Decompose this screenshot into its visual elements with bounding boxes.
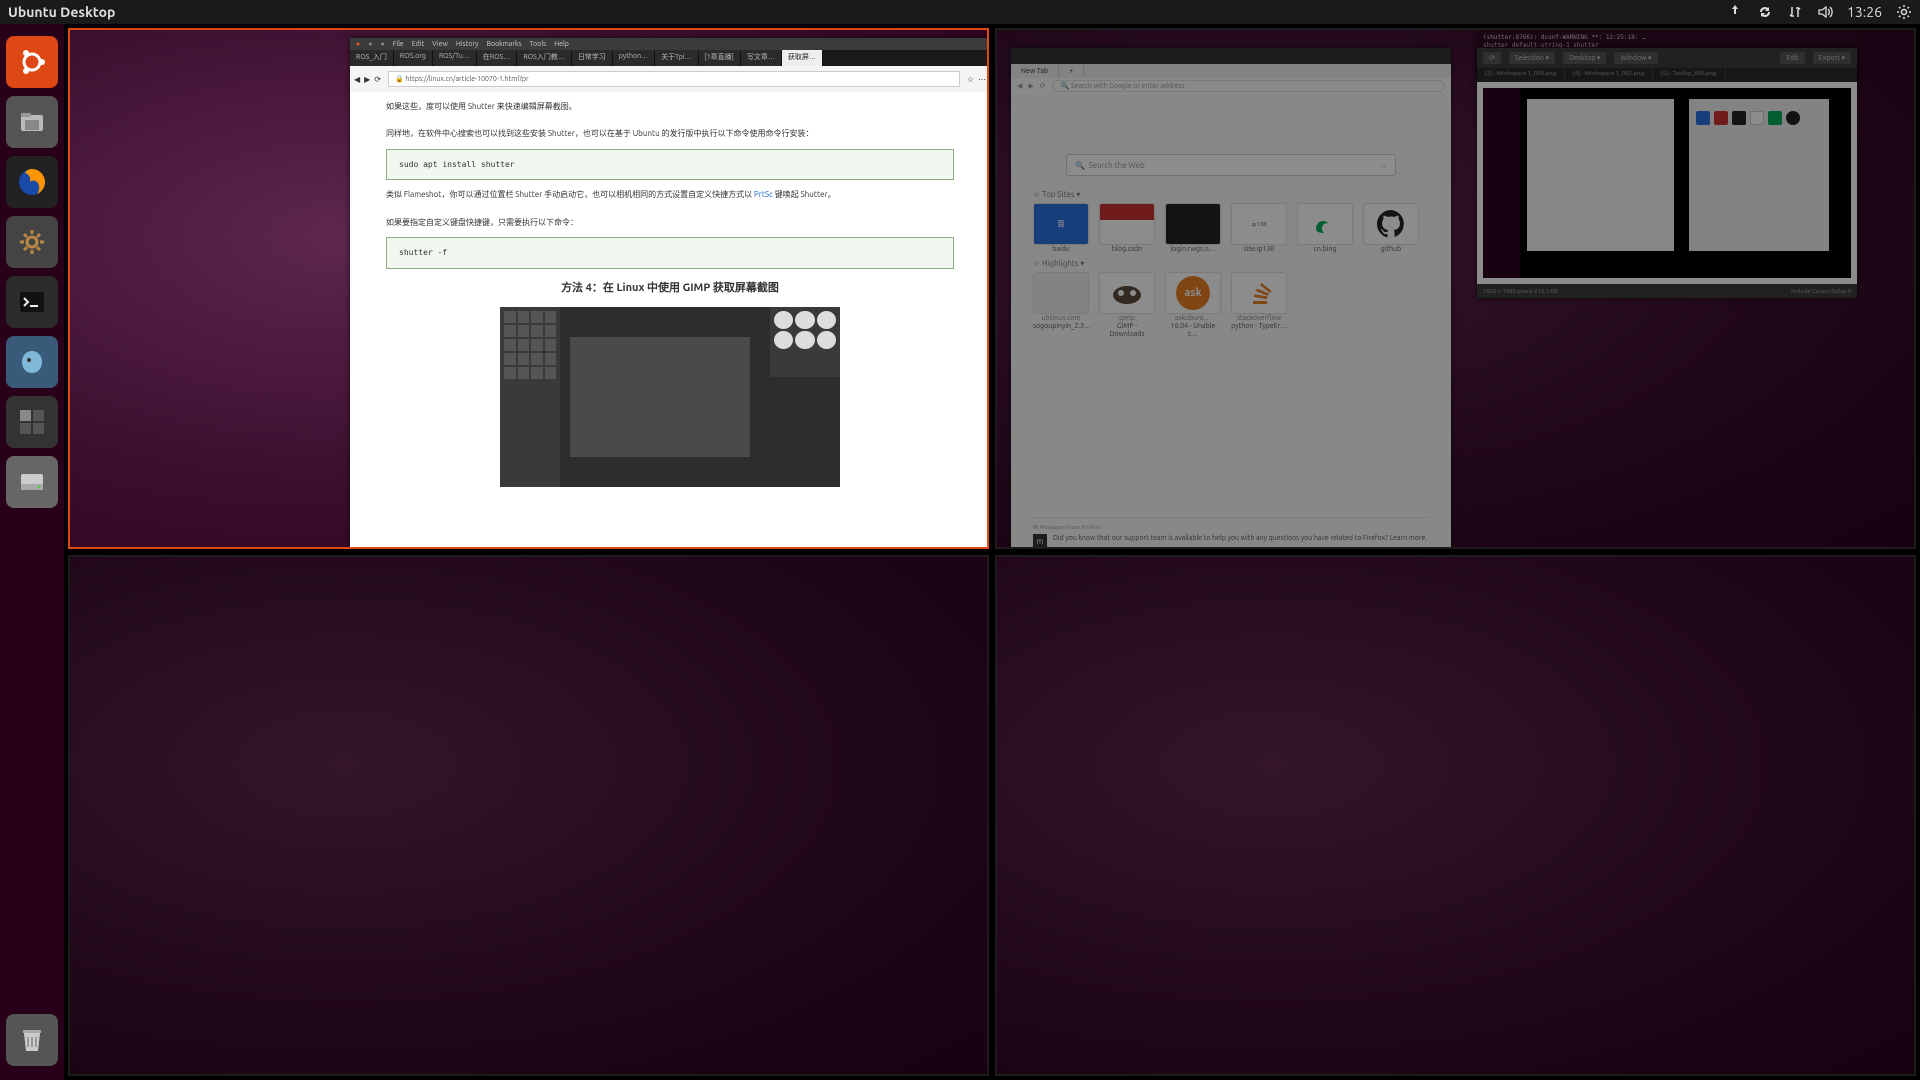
code-block-1: sudo apt install shutter	[386, 149, 954, 181]
back-icon[interactable]: ◀	[1017, 82, 1022, 90]
ff-urlbar[interactable]: 🔍 Search with Google or enter address	[1052, 80, 1445, 92]
forward-icon[interactable]: ▶	[1028, 82, 1033, 90]
shutter-statusbar: 1920 x 1080 pixels 213.3 KB Include Curs…	[1477, 284, 1857, 298]
web-search-input[interactable]: 🔍 Search the Web →	[1066, 154, 1396, 176]
browser-window[interactable]: ●●● File Edit View History Bookmarks Too…	[350, 38, 989, 548]
shutter-window[interactable]: ⟳ Selection ▾ Desktop ▾ Window ▾ Edit Ex…	[1477, 48, 1857, 298]
disk-icon[interactable]	[6, 456, 58, 508]
highlights-label: ☆ Highlights ▾	[1033, 259, 1429, 268]
sync-icon[interactable]	[1757, 4, 1773, 20]
network-icon[interactable]	[1787, 4, 1803, 20]
volume-icon[interactable]	[1817, 4, 1833, 20]
workspace-4[interactable]	[995, 555, 1916, 1076]
back-icon[interactable]: ◀	[354, 75, 360, 84]
reload-icon[interactable]: ⟳	[1040, 82, 1046, 90]
settings-gear-icon[interactable]	[6, 216, 58, 268]
workspace-switcher-icon[interactable]	[6, 396, 58, 448]
section-heading: 方法 4：在 Linux 中使用 GIMP 获取屏幕截图	[386, 279, 954, 298]
shutter-preview	[1477, 82, 1857, 284]
files-icon[interactable]	[6, 96, 58, 148]
forward-icon[interactable]: ▶	[364, 75, 370, 84]
highlights-grid: ubtinux.comsogoupinyin_2.3… gimpGIMP - D…	[1033, 272, 1429, 338]
browser-tabs[interactable]: ROS_入门 ROS.org ROS/Tu… 在ROS… ROS入门教… 日常学…	[350, 50, 989, 66]
top-sites-grid: 百baidu blog.csdn login.rwgs.n… ip138site…	[1033, 203, 1429, 253]
page-content: 如果这些，度可以使用 Shutter 来快速编辑屏幕截图。 同样地，在软件中心搜…	[350, 92, 989, 549]
updates-icon[interactable]	[1727, 4, 1743, 20]
gimp-screenshot-thumb	[500, 307, 840, 487]
terminal-icon[interactable]	[6, 276, 58, 328]
top-panel: Ubuntu Desktop 13:26	[0, 0, 1920, 24]
firefox-tab[interactable]: New Tab	[1011, 65, 1059, 77]
url-bar[interactable]: 🔒 https://linux.cn/article-10070-1.html?…	[388, 71, 960, 87]
reload-icon[interactable]: ⟳	[374, 75, 381, 84]
shutter-file-tabs[interactable]: [2] - Workspace 1_000.png [4] - Workspac…	[1477, 68, 1857, 82]
top-sites-label: ☆ Top Sites ▾	[1033, 190, 1429, 199]
shutter-toolbar[interactable]: ⟳ Selection ▾ Desktop ▾ Window ▾ Edit Ex…	[1477, 48, 1857, 68]
clock[interactable]: 13:26	[1847, 4, 1882, 20]
firefox-message: ✉ Messages from Firefox mDid you know th…	[1033, 517, 1429, 548]
ksnip-icon[interactable]	[6, 336, 58, 388]
launcher	[0, 24, 64, 1080]
menu-icon[interactable]: ⋯	[978, 75, 986, 84]
system-gear-icon[interactable]	[1896, 4, 1912, 20]
trash-icon[interactable]	[6, 1014, 58, 1066]
workspace-1[interactable]: ●●● File Edit View History Bookmarks Too…	[68, 28, 989, 549]
star-icon[interactable]: ☆	[967, 75, 974, 84]
firefox-icon[interactable]	[6, 156, 58, 208]
panel-title: Ubuntu Desktop	[8, 4, 115, 20]
workspace-2[interactable]: (shutter:8766): dconf-WARNING **: 13:25:…	[995, 28, 1916, 549]
dash-icon[interactable]	[6, 36, 58, 88]
workspace-3[interactable]	[68, 555, 989, 1076]
workspace-grid: ●●● File Edit View History Bookmarks Too…	[64, 24, 1920, 1080]
code-block-2: shutter -f	[386, 237, 954, 269]
new-tab-button[interactable]: +	[1059, 65, 1084, 77]
browser-menubar[interactable]: ●●● File Edit View History Bookmarks Too…	[350, 38, 989, 50]
firefox-window[interactable]: New Tab + ◀ ▶ ⟳ 🔍 Search with Google or …	[1011, 48, 1451, 549]
